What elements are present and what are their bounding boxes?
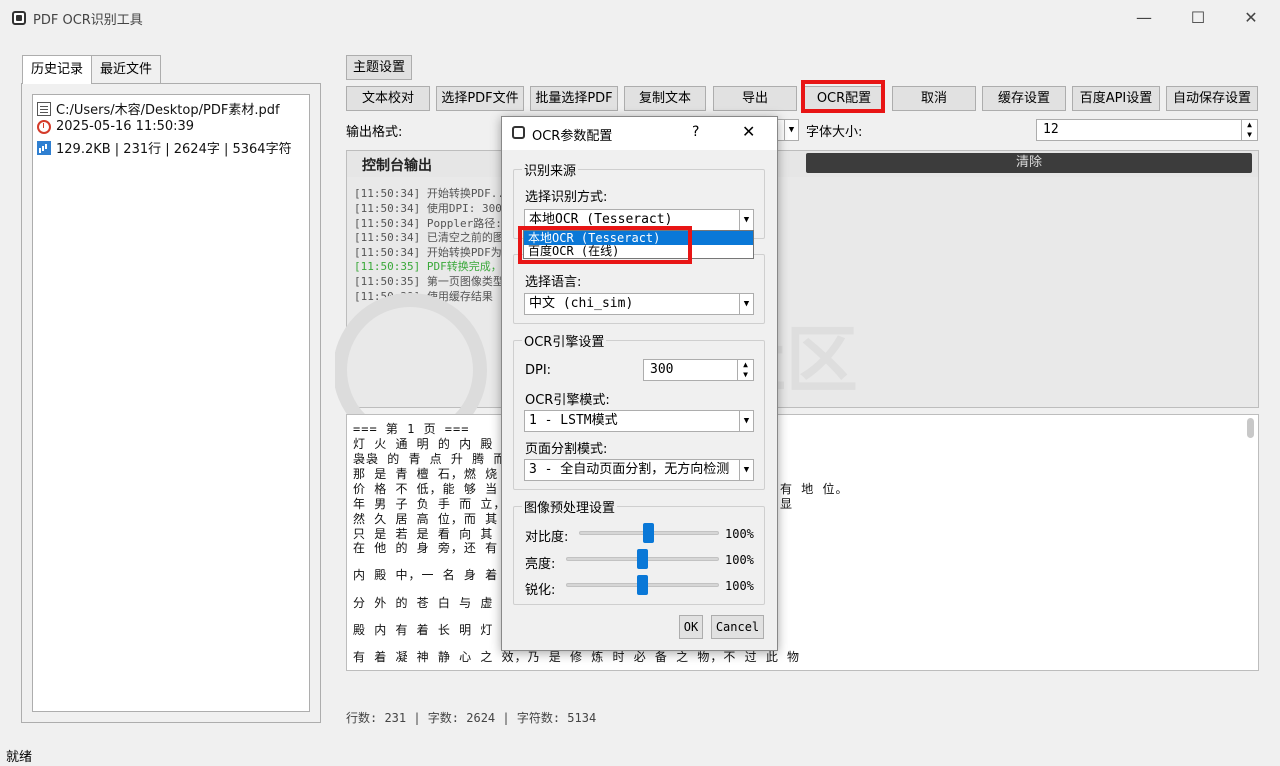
export-button[interactable]: 导出 [713,86,797,111]
console-title: 控制台输出 [362,158,432,174]
chevron-down-icon: ▼ [739,210,753,230]
bar-chart-icon [37,140,51,155]
log-line: [11:50:34] 使用DPI: 300 [354,202,502,215]
dpi-label: DPI: [525,363,552,378]
app-icon [12,11,26,25]
cancel-button[interactable]: 取消 [892,86,976,111]
log-line: [11:50:39] 使用缓存结果 [354,290,493,303]
cache-settings-button[interactable]: 缓存设置 [982,86,1066,111]
dialog-title: OCR参数配置 [532,129,613,144]
brightness-value: 100% [725,553,754,567]
maximize-button[interactable]: ☐ [1175,6,1221,30]
output-format-label: 输出格式: [346,125,403,140]
chevron-down-icon: ▼ [739,411,753,431]
method-label: 选择识别方式: [525,190,608,205]
document-stats: 行数: 231 | 字数: 2624 | 字符数: 5134 [346,711,597,725]
auto-save-settings-button[interactable]: 自动保存设置 [1166,86,1258,111]
dialog-app-icon [512,126,525,139]
result-line: 内 殿 中，一 名 身 着 明 [353,568,520,582]
select-pdf-button[interactable]: 选择PDF文件 [436,86,524,111]
contrast-slider-handle[interactable] [643,523,654,543]
log-line-success: [11:50:35] PDF转换完成， [354,260,502,273]
dialog-close-button[interactable]: ✕ [742,122,755,141]
font-size-label: 字体大小: [806,125,863,140]
spin-arrows-icon[interactable]: ▲ ▼ [737,360,753,380]
preprocess-group-title: 图像预处理设置 [522,497,618,516]
history-item-datetime: 2025-05-16 11:50:39 [37,119,194,134]
ocr-config-highlight [801,80,885,113]
window-title: PDF OCR识别工具 [33,13,143,28]
font-size-spinbox[interactable]: 12 ▲ ▼ [1036,119,1258,141]
sharpen-label: 锐化: [525,583,556,598]
alarm-clock-icon [37,119,51,134]
status-text: 就绪 [6,750,33,765]
scrollbar-handle[interactable] [1247,418,1254,438]
contrast-value: 100% [725,527,754,541]
file-icon [37,101,51,116]
batch-select-pdf-button[interactable]: 批量选择PDF [530,86,618,111]
sharpen-value: 100% [725,579,754,593]
baidu-api-settings-button[interactable]: 百度API设置 [1072,86,1160,111]
language-label: 选择语言: [525,275,582,290]
clear-button[interactable]: 清除 [806,153,1252,173]
history-list[interactable]: C:/Users/木容/Desktop/PDF素材.pdf 2025-05-16… [32,94,310,712]
spin-arrows-icon[interactable]: ▲ ▼ [1241,120,1257,140]
chevron-down-icon: ▼ [784,120,798,140]
text-proofread-button[interactable]: 文本校对 [346,86,430,111]
copy-text-button[interactable]: 复制文本 [624,86,706,111]
brightness-label: 亮度: [525,557,556,572]
chevron-down-icon: ▼ [739,294,753,314]
history-item-stats: 129.2KB | 231行 | 2624字 | 5364字符 [37,138,292,157]
result-line-fragment: 显 [780,497,794,511]
tab-recent-files[interactable]: 最近文件 [91,55,162,84]
ok-button[interactable]: OK [679,615,703,639]
history-item-path[interactable]: C:/Users/木容/Desktop/PDF素材.pdf [37,99,280,118]
dpi-spinbox[interactable]: 300 ▲ ▼ [643,359,754,381]
sharpen-slider-handle[interactable] [636,575,648,595]
engine-mode-label: OCR引擎模式: [525,393,610,408]
dialog-cancel-button[interactable]: Cancel [711,615,764,639]
chevron-down-icon: ▼ [739,460,753,480]
tab-history[interactable]: 历史记录 [22,55,93,84]
engine-group-title: OCR引擎设置 [522,331,607,350]
language-combo[interactable]: 中文 (chi_sim) ▼ [524,293,754,315]
output-format-combo[interactable]: ▼ [775,119,799,141]
source-group-title: 识别来源 [522,160,579,179]
engine-mode-combo[interactable]: 1 - LSTM模式 ▼ [524,410,754,432]
help-button[interactable]: ? [692,124,699,140]
dropdown-highlight [518,226,692,264]
log-line: [11:50:34] 开始转换PDF.. [354,187,504,200]
psm-combo[interactable]: 3 - 全自动页面分割，无方向检测 ▼ [524,459,754,481]
contrast-label: 对比度: [525,530,569,545]
title-bar [0,0,1280,36]
log-line: [11:50:34] 已清空之前的图 [354,231,504,244]
close-button[interactable]: ✕ [1228,6,1274,30]
theme-settings-button[interactable]: 主题设置 [346,55,412,80]
result-line: 在 他 的 身 旁，还 有 着 [353,541,520,555]
psm-label: 页面分割模式: [525,442,608,457]
minimize-button[interactable]: — [1121,6,1167,30]
brightness-slider-handle[interactable] [636,549,648,569]
log-line: [11:50:35] 第一页图像类型 [354,275,504,288]
